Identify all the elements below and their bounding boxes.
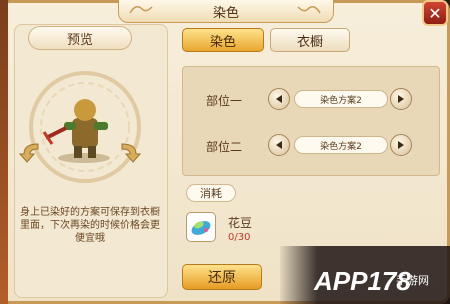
ornament-right-icon	[297, 6, 321, 14]
rotate-left-icon[interactable]	[18, 138, 44, 164]
cost-header: 消耗	[186, 184, 236, 202]
preview-description: 身上已染好的方案可保存到衣橱里面，下次再染的时候价格会更便宜哦	[20, 207, 160, 244]
close-button[interactable]: ✕	[422, 0, 448, 26]
preview-tab: 预览	[28, 26, 132, 50]
restore-button-label: 还原	[208, 270, 236, 286]
dye-parts-panel	[182, 66, 440, 176]
item-slot[interactable]	[186, 212, 216, 242]
background-edge	[0, 0, 8, 304]
flower-bean-icon	[191, 221, 211, 235]
tab-wardrobe-label: 衣橱	[296, 34, 323, 50]
part-one-scheme-label: 染色方案2	[320, 95, 362, 106]
part-two-scheme: 染色方案2	[294, 136, 388, 154]
triangle-right-icon	[398, 141, 404, 149]
cost-header-label: 消耗	[200, 187, 222, 200]
part-two-scheme-label: 染色方案2	[320, 141, 362, 152]
watermark: APP178 手游网	[280, 246, 450, 304]
part-two-next-button[interactable]	[390, 134, 412, 156]
part-two-label: 部位二	[206, 140, 243, 154]
tab-wardrobe[interactable]: 衣橱	[270, 28, 350, 52]
rotate-right-icon[interactable]	[116, 138, 142, 164]
preview-tab-label: 预览	[66, 32, 93, 48]
part-one-scheme: 染色方案2	[294, 90, 388, 108]
item-name: 花豆	[228, 216, 253, 230]
part-two-prev-button[interactable]	[268, 134, 290, 156]
triangle-left-icon	[276, 95, 282, 103]
watermark-sub: 手游网	[396, 275, 429, 287]
ornament-left-icon	[129, 6, 153, 14]
triangle-right-icon	[398, 95, 404, 103]
item-count: 0/30	[228, 232, 251, 243]
tab-dye-label: 染色	[209, 34, 236, 50]
part-one-label: 部位一	[206, 94, 243, 108]
part-one-prev-button[interactable]	[268, 88, 290, 110]
triangle-left-icon	[276, 141, 282, 149]
window-title: 染色	[212, 5, 239, 21]
part-one-next-button[interactable]	[390, 88, 412, 110]
character-model[interactable]	[42, 92, 124, 164]
tab-dye[interactable]: 染色	[182, 28, 264, 52]
restore-button[interactable]: 还原	[182, 264, 262, 290]
close-icon: ✕	[428, 3, 442, 23]
